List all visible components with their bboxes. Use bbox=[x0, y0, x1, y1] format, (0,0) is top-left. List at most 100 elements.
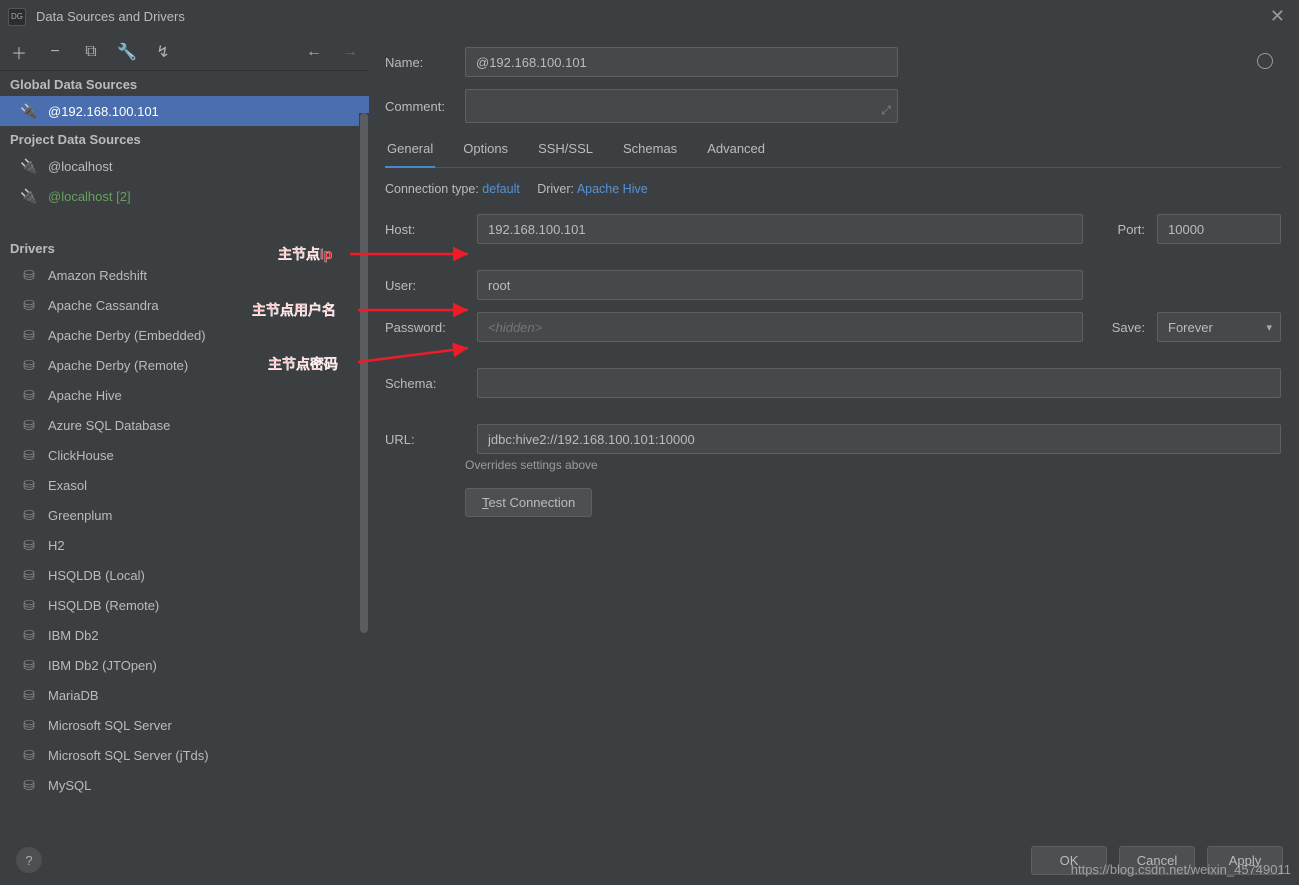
driver-label: Apache Derby (Embedded) bbox=[48, 328, 206, 343]
driver-icon: ⛁ bbox=[20, 567, 38, 584]
driver-icon: ⛁ bbox=[20, 597, 38, 614]
driver-icon: ⛁ bbox=[20, 447, 38, 464]
driver-item[interactable]: ⛁ HSQLDB (Remote) bbox=[0, 590, 369, 620]
driver-icon: ⛁ bbox=[20, 477, 38, 494]
url-label: URL: bbox=[385, 432, 465, 447]
driver-item[interactable]: ⛁ IBM Db2 (JTOpen) bbox=[0, 650, 369, 680]
schema-label: Schema: bbox=[385, 376, 465, 391]
driver-link[interactable]: Apache Hive bbox=[577, 182, 648, 196]
driver-item[interactable]: ⛁ Apache Derby (Remote) bbox=[0, 350, 369, 380]
password-label: Password: bbox=[385, 320, 465, 335]
driver-icon: ⛁ bbox=[20, 297, 38, 314]
datasource-label: @localhost bbox=[48, 159, 113, 174]
datasource-item[interactable]: 🔌 @localhost bbox=[0, 151, 369, 181]
wrench-icon[interactable]: 🔧 bbox=[118, 43, 136, 61]
datasource-item[interactable]: 🔌 @localhost [2] bbox=[0, 181, 369, 211]
conn-type-link[interactable]: default bbox=[482, 182, 520, 196]
driver-item[interactable]: ⛁Apache Hive bbox=[0, 380, 369, 410]
driver-icon: ⛁ bbox=[20, 327, 38, 344]
driver-icon: ⛁ bbox=[20, 267, 38, 284]
watermark: https://blog.csdn.net/weixin_45749011 bbox=[1071, 862, 1291, 877]
driver-icon: ⛁ bbox=[20, 417, 38, 434]
project-sources-header: Project Data Sources bbox=[0, 126, 369, 151]
driver-item[interactable]: ⛁MariaDB bbox=[0, 680, 369, 710]
driver-icon: ⛁ bbox=[20, 627, 38, 644]
datasource-label: @localhost [2] bbox=[48, 189, 131, 204]
window-title: Data Sources and Drivers bbox=[36, 9, 185, 24]
driver-icon: ⛁ bbox=[20, 657, 38, 674]
driver-label: IBM Db2 (JTOpen) bbox=[48, 658, 157, 673]
expand-icon[interactable]: ⤢ bbox=[881, 103, 891, 118]
name-input[interactable] bbox=[465, 47, 898, 77]
driver-label: ClickHouse bbox=[48, 448, 114, 463]
datasource-item[interactable]: 🔌 @192.168.100.101 bbox=[0, 96, 369, 126]
drivers-header: Drivers bbox=[0, 235, 369, 260]
global-sources-header: Global Data Sources bbox=[0, 71, 369, 96]
datasource-label: @192.168.100.101 bbox=[48, 104, 159, 119]
driver-icon: ⛁ bbox=[20, 387, 38, 404]
driver-item[interactable]: ⛁ MySQL bbox=[0, 770, 369, 800]
conn-type-label: Connection type: bbox=[385, 182, 479, 196]
driver-item[interactable]: ⛁ ClickHouse bbox=[0, 440, 369, 470]
driver-item[interactable]: ⛁ Amazon Redshift bbox=[0, 260, 369, 290]
host-label: Host: bbox=[385, 222, 465, 237]
driver-label: Driver: bbox=[537, 182, 574, 196]
tab-schemas[interactable]: Schemas bbox=[621, 135, 679, 167]
left-scrollbar[interactable] bbox=[359, 113, 369, 835]
driver-label: IBM Db2 bbox=[48, 628, 99, 643]
driver-label: Microsoft SQL Server (jTds) bbox=[48, 748, 209, 763]
tab-advanced[interactable]: Advanced bbox=[705, 135, 767, 167]
driver-label: Amazon Redshift bbox=[48, 268, 147, 283]
driver-label: Exasol bbox=[48, 478, 87, 493]
driver-label: H2 bbox=[48, 538, 65, 553]
url-input[interactable] bbox=[477, 424, 1281, 454]
user-label: User: bbox=[385, 278, 465, 293]
plug-icon: 🔌 bbox=[20, 158, 38, 175]
forward-icon[interactable]: → bbox=[341, 43, 359, 61]
driver-icon: ⛁ bbox=[20, 537, 38, 554]
schema-input[interactable] bbox=[477, 368, 1281, 398]
app-icon: DG bbox=[8, 8, 26, 26]
driver-icon: ⛁ bbox=[20, 357, 38, 374]
port-input[interactable] bbox=[1157, 214, 1281, 244]
driver-icon: ⛁ bbox=[20, 717, 38, 734]
host-input[interactable] bbox=[477, 214, 1083, 244]
driver-item[interactable]: ⛁ HSQLDB (Local) bbox=[0, 560, 369, 590]
driver-item[interactable]: ⛁Microsoft SQL Server bbox=[0, 710, 369, 740]
save-select[interactable]: Forever bbox=[1157, 312, 1281, 342]
comment-input[interactable]: ⤢ bbox=[465, 89, 898, 123]
driver-label: MySQL bbox=[48, 778, 91, 793]
plug-icon: 🔌 bbox=[20, 103, 38, 120]
driver-item[interactable]: ⛁Greenplum bbox=[0, 500, 369, 530]
driver-label: Apache Derby (Remote) bbox=[48, 358, 188, 373]
driver-item[interactable]: ⛁ Apache Derby (Embedded) bbox=[0, 320, 369, 350]
driver-item[interactable]: ⛁Azure SQL Database bbox=[0, 410, 369, 440]
copy-icon[interactable]: ⧉ bbox=[82, 43, 100, 61]
user-input[interactable] bbox=[477, 270, 1083, 300]
close-icon[interactable]: ✕ bbox=[1264, 6, 1291, 27]
help-icon[interactable]: ? bbox=[16, 847, 42, 873]
driver-icon: ⛁ bbox=[20, 777, 38, 794]
test-connection-button[interactable]: Test Connection bbox=[465, 488, 592, 517]
reset-icon[interactable]: ↯ bbox=[154, 43, 172, 61]
name-label: Name: bbox=[385, 55, 465, 70]
driver-label: Apache Cassandra bbox=[48, 298, 159, 313]
driver-item[interactable]: ⛁ IBM Db2 bbox=[0, 620, 369, 650]
driver-item[interactable]: ⛁ Exasol bbox=[0, 470, 369, 500]
tab-ssh-ssl[interactable]: SSH/SSL bbox=[536, 135, 595, 167]
tab-general[interactable]: General bbox=[385, 135, 435, 168]
driver-item[interactable]: ⛁ H2 bbox=[0, 530, 369, 560]
driver-label: HSQLDB (Local) bbox=[48, 568, 145, 583]
color-picker-icon[interactable] bbox=[1257, 53, 1273, 69]
add-icon[interactable]: ＋ bbox=[10, 43, 28, 61]
password-input[interactable] bbox=[477, 312, 1083, 342]
back-icon[interactable]: ← bbox=[305, 43, 323, 61]
remove-icon[interactable]: − bbox=[46, 43, 64, 61]
tab-options[interactable]: Options bbox=[461, 135, 510, 167]
driver-item[interactable]: ⛁Microsoft SQL Server (jTds) bbox=[0, 740, 369, 770]
comment-label: Comment: bbox=[385, 99, 465, 114]
plug-icon: 🔌 bbox=[20, 188, 38, 205]
driver-item[interactable]: ⛁ Apache Cassandra bbox=[0, 290, 369, 320]
driver-label: HSQLDB (Remote) bbox=[48, 598, 159, 613]
driver-icon: ⛁ bbox=[20, 507, 38, 524]
